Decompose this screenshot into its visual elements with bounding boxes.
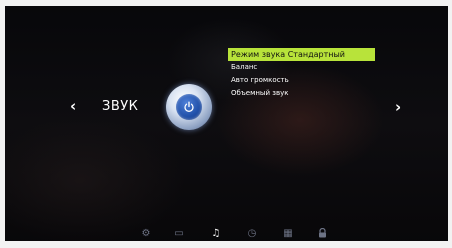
clock-icon[interactable]: ◷ — [246, 228, 258, 240]
settings-gear-icon[interactable]: ⚙ — [140, 228, 152, 240]
frame-top-border — [0, 0, 452, 6]
previous-section-arrow-icon[interactable]: ‹ — [70, 99, 76, 114]
music-note-icon[interactable]: ♫ — [210, 228, 222, 240]
screen-icon[interactable]: ▭ — [173, 228, 185, 240]
grid-icon[interactable]: ▦ — [282, 228, 294, 240]
frame-right-border — [448, 0, 452, 248]
sound-settings-menu: Режим звука Стандартный Баланс Авто гром… — [228, 48, 375, 100]
next-section-arrow-icon[interactable]: › — [395, 100, 401, 115]
menu-item-auto-volume[interactable]: Авто громкость — [228, 74, 375, 87]
menu-item-surround-sound[interactable]: Объемный звук — [228, 87, 375, 100]
lock-icon[interactable] — [316, 227, 328, 240]
frame-left-border — [0, 0, 5, 248]
tv-settings-screen: ‹ ЗВУК Режим звука Стандартный Баланс Ав… — [0, 0, 452, 248]
menu-item-balance[interactable]: Баланс — [228, 61, 375, 74]
sound-knob-icon — [166, 84, 212, 130]
power-icon — [176, 94, 202, 120]
menu-item-sound-mode[interactable]: Режим звука Стандартный — [228, 48, 375, 61]
section-title: ЗВУК — [102, 99, 139, 114]
bottom-category-bar: ⚙ ▭ ♫ ◷ ▦ — [130, 226, 330, 242]
frame-bottom-border — [0, 241, 452, 248]
